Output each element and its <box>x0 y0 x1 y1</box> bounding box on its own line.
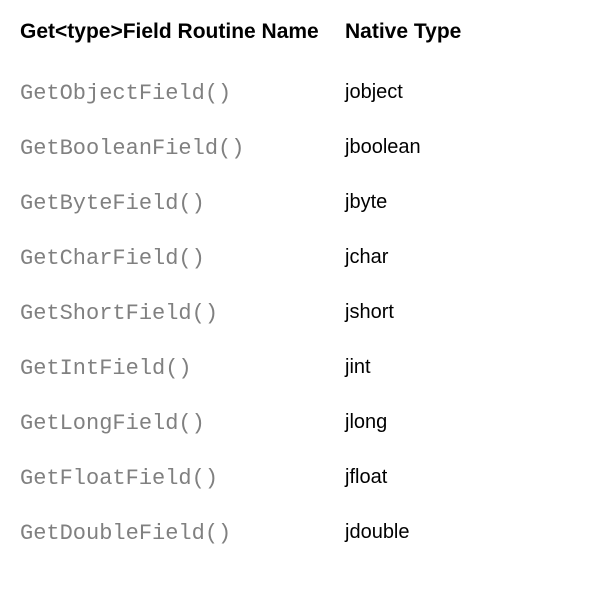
routine-name-cell: GetShortField() <box>20 301 345 326</box>
table-row: GetByteField() jbyte <box>20 176 586 231</box>
routine-name-cell: GetCharField() <box>20 246 345 271</box>
table-row: GetIntField() jint <box>20 341 586 396</box>
native-type-cell: jdouble <box>345 521 586 546</box>
native-type-cell: jobject <box>345 81 586 106</box>
routine-name-cell: GetIntField() <box>20 356 345 381</box>
header-routine-name: Get<type>Field Routine Name <box>20 20 345 44</box>
table-row: GetDoubleField() jdouble <box>20 506 586 561</box>
routine-name-cell: GetByteField() <box>20 191 345 216</box>
table-row: GetLongField() jlong <box>20 396 586 451</box>
native-type-cell: jshort <box>345 301 586 326</box>
header-native-type: Native Type <box>345 20 586 44</box>
routine-name-cell: GetFloatField() <box>20 466 345 491</box>
reference-table: Get<type>Field Routine Name Native Type … <box>20 20 586 561</box>
native-type-cell: jboolean <box>345 136 586 161</box>
table-row: GetCharField() jchar <box>20 231 586 286</box>
native-type-cell: jchar <box>345 246 586 271</box>
native-type-cell: jlong <box>345 411 586 436</box>
routine-name-cell: GetBooleanField() <box>20 136 345 161</box>
native-type-cell: jfloat <box>345 466 586 491</box>
routine-name-cell: GetDoubleField() <box>20 521 345 546</box>
table-header-row: Get<type>Field Routine Name Native Type <box>20 20 586 66</box>
table-row: GetFloatField() jfloat <box>20 451 586 506</box>
routine-name-cell: GetObjectField() <box>20 81 345 106</box>
table-row: GetObjectField() jobject <box>20 66 586 121</box>
routine-name-cell: GetLongField() <box>20 411 345 436</box>
native-type-cell: jint <box>345 356 586 381</box>
table-row: GetShortField() jshort <box>20 286 586 341</box>
table-row: GetBooleanField() jboolean <box>20 121 586 176</box>
native-type-cell: jbyte <box>345 191 586 216</box>
